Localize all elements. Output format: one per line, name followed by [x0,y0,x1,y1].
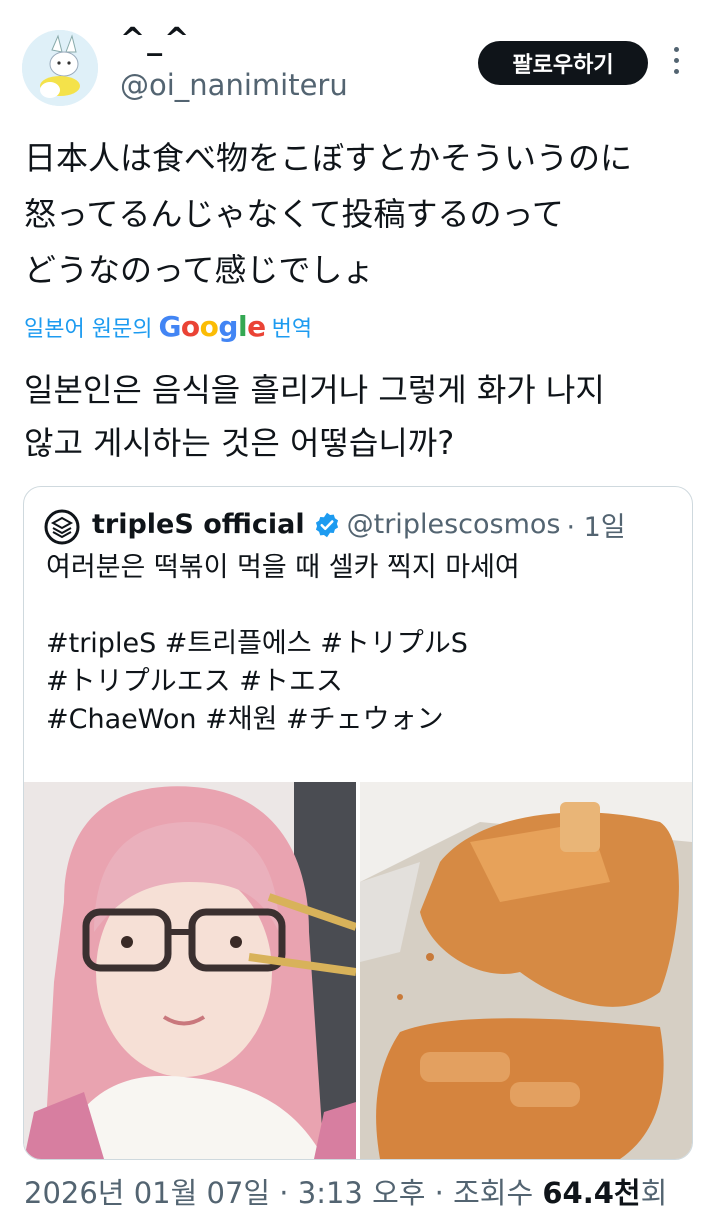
author-display-name[interactable]: ^_^ [120,22,191,57]
tweet-line: どうなのって感じでしょ [24,251,375,289]
tweet-text: 日本人は食べ物をこぼすとかそういうのに 怒ってるんじゃなくて投稿するのって どう… [24,130,704,298]
view-count-suffix: 회 [640,1176,668,1210]
quoted-author-handle[interactable]: @triplescosmos [347,509,561,540]
translation-suffix: 번역 [271,316,313,342]
translation-prefix: 일본어 원문의 [24,316,153,342]
selfie-photo[interactable] [24,782,356,1159]
follow-button[interactable]: 팔로우하기 [478,41,648,85]
quoted-line: #ChaeWon #채원 #チェウォン [46,704,444,735]
tweet-meta: 2026년 01월 07일 · 3:13 오후 · 조회수 64.4천회 [24,1170,667,1212]
quoted-header: tripleS official @triplescosmos · 1일 [92,505,626,544]
fox-avatar-icon [22,30,98,106]
view-count: 64.4천 [542,1176,641,1210]
quoted-line: 여러분은 떡볶이 먹을 때 셀카 찍지 마세여 [46,552,520,583]
google-logo: Google [158,310,266,343]
tteokbokki-photo[interactable] [360,782,692,1159]
more-vertical-icon[interactable] [668,44,684,80]
author-avatar[interactable] [22,30,98,106]
quoted-tweet-card[interactable]: tripleS official @triplescosmos · 1일 여러분… [23,486,693,1160]
translation-link[interactable]: 일본어 원문의 Google 번역 [24,310,312,343]
quoted-line [46,587,686,625]
quoted-text: 여러분은 떡볶이 먹을 때 셀카 찍지 마세여 #tripleS #트리플에스 … [46,549,686,739]
quoted-line: #tripleS #트리플에스 #トリプルS [46,628,468,659]
tweet-line: 日本人は食べ物をこぼすとかそういうのに [24,139,633,177]
tweet-date[interactable]: 2026년 01월 07일 · 3:13 오후 · 조회수 [24,1176,533,1210]
verified-badge-icon [315,512,338,537]
triples-logo-icon [44,509,80,545]
translated-text: 일본인은 음식을 흘리거나 그렇게 화가 나지 않고 게시하는 것은 어떻습니까… [24,364,704,470]
quoted-author-name[interactable]: tripleS official [92,509,305,540]
translated-line: 않고 게시하는 것은 어떻습니까? [24,424,455,462]
quoted-time: · 1일 [566,512,626,543]
quoted-line: #トリプルエス #トエス [46,666,343,697]
tweet-line: 怒ってるんじゃなくて投稿するのって [24,195,564,233]
author-handle[interactable]: @oi_nanimiteru [120,68,348,102]
translated-line: 일본인은 음식을 흘리거나 그렇게 화가 나지 [24,371,605,409]
